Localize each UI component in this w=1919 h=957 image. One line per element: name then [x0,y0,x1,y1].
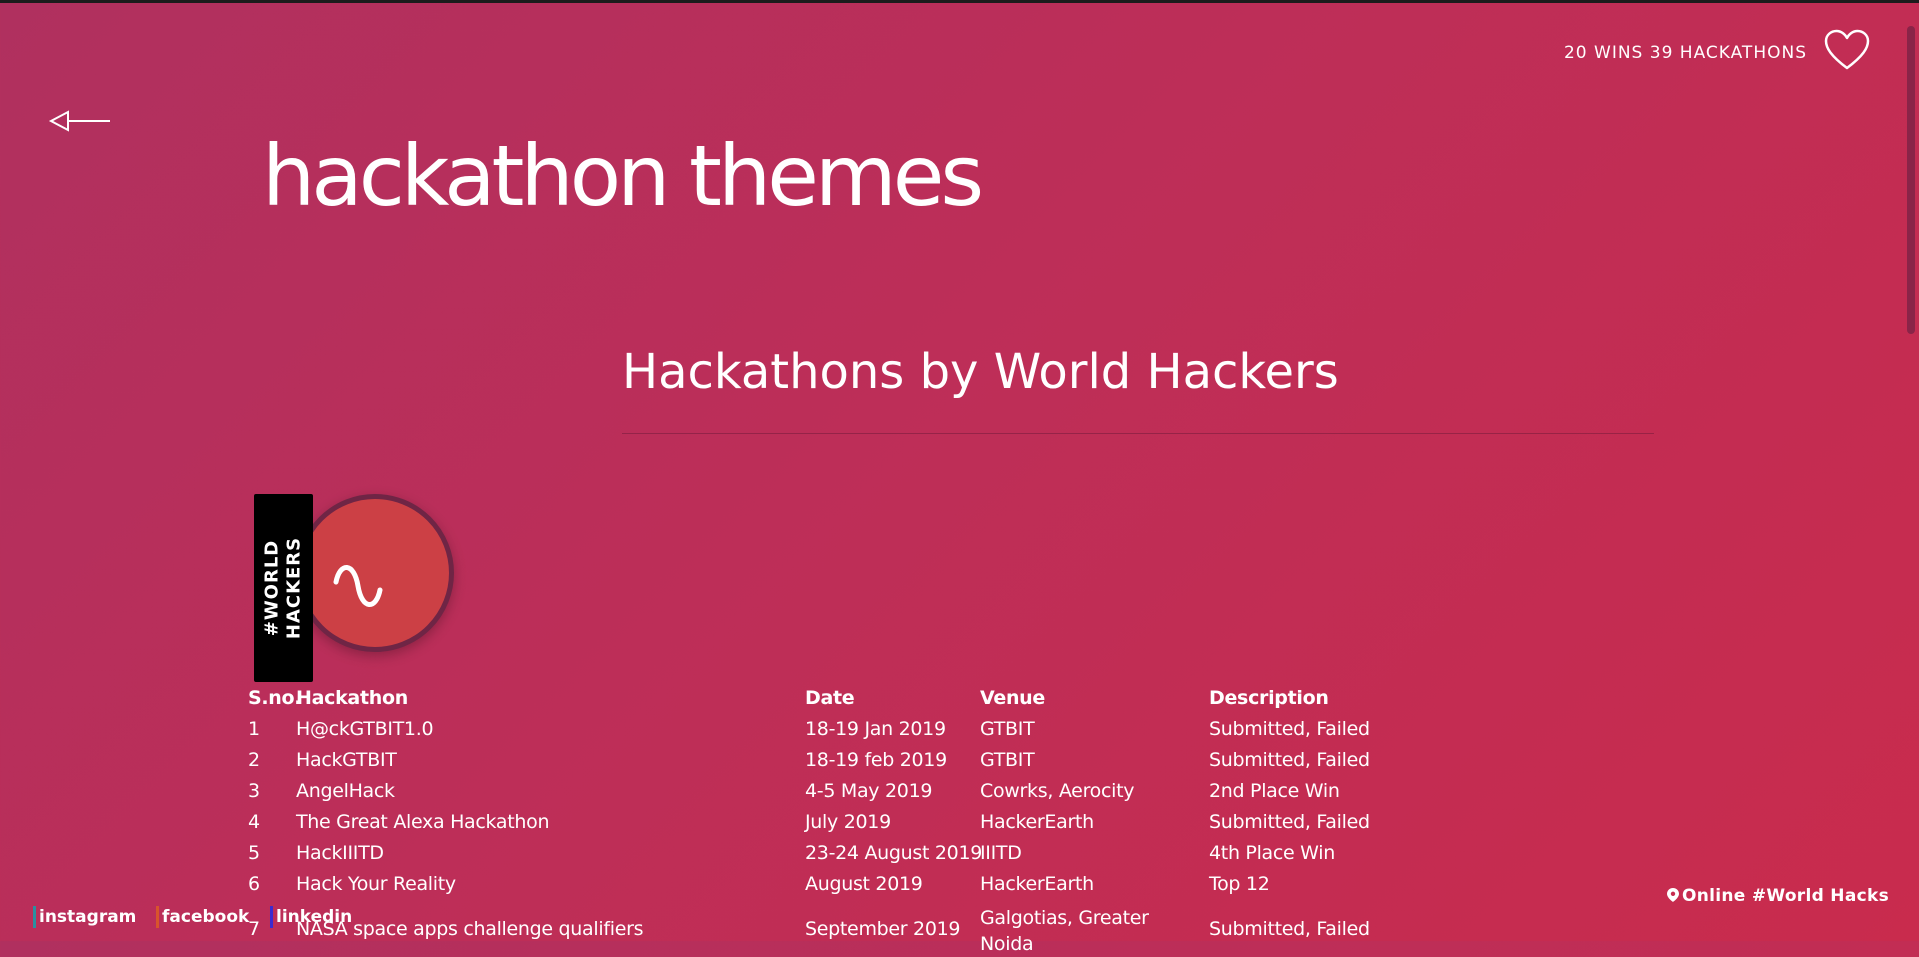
stats-counter: 20 WINS 39 HACKATHONS [1563,43,1807,63]
row-hackathon: Hack Your Reality [296,873,456,895]
row-description: Submitted, Failed [1209,718,1370,740]
linkedin-link[interactable]: linkedin [270,906,352,928]
table-row: 6 Hack Your Reality August 2019 HackerEa… [0,873,1919,903]
row-venue: IIITD [980,842,1022,864]
row-date: 4-5 May 2019 [805,780,933,802]
heart-icon[interactable] [1823,28,1871,72]
badge-label-text: #WORLD HACKERS [261,536,304,640]
row-hackathon: The Great Alexa Hackathon [296,811,550,833]
row-description: 2nd Place Win [1209,780,1340,802]
location-info: Online #World Hacks [1666,886,1889,906]
sine-wave-icon [333,565,383,607]
table-row: 2 HackGTBIT 18-19 feb 2019 GTBIT Submitt… [0,749,1919,779]
table-row: 1 H@ckGTBIT1.0 18-19 Jan 2019 GTBIT Subm… [0,718,1919,748]
row-description: Submitted, Failed [1209,918,1370,940]
header-description: Description [1209,687,1329,709]
facebook-link[interactable]: facebook [156,906,249,928]
row-sno: 2 [248,749,260,771]
row-hackathon: HackGTBIT [296,749,397,771]
row-hackathon: H@ckGTBIT1.0 [296,718,434,740]
location-pin-icon [1666,888,1679,902]
row-venue: HackerEarth [980,873,1094,895]
scrollbar-thumb[interactable] [1907,26,1915,334]
row-venue: GTBIT [980,749,1035,771]
row-description: 4th Place Win [1209,842,1335,864]
row-description: Submitted, Failed [1209,811,1370,833]
row-venue: GTBIT [980,718,1035,740]
row-date: 23-24 August 2019 [805,842,983,864]
row-date: 18-19 Jan 2019 [805,718,946,740]
row-hackathon: AngelHack [296,780,395,802]
row-sno: 4 [248,811,260,833]
instagram-link[interactable]: instagram [33,906,136,928]
top-border [0,0,1919,3]
row-date: 18-19 feb 2019 [805,749,947,771]
row-date: August 2019 [805,873,923,895]
row-sno: 7 [248,918,260,940]
header-venue: Venue [980,687,1045,709]
row-sno: 1 [248,718,260,740]
back-arrow-icon[interactable] [48,104,112,138]
page-title: hackathon themes [262,127,984,225]
row-sno: 3 [248,780,260,802]
header-date: Date [805,687,855,709]
row-sno: 5 [248,842,260,864]
header-hackathon: Hackathon [296,687,408,709]
row-venue: Cowrks, Aerocity [980,780,1135,802]
table-row: 3 AngelHack 4-5 May 2019 Cowrks, Aerocit… [0,780,1919,810]
section-divider [622,433,1654,434]
row-hackathon: HackIIITD [296,842,384,864]
row-description: Top 12 [1209,873,1270,895]
table-row: 5 HackIIITD 23-24 August 2019 IIITD 4th … [0,842,1919,872]
row-description: Submitted, Failed [1209,749,1370,771]
row-sno: 6 [248,873,260,895]
row-venue: HackerEarth [980,811,1094,833]
row-date: July 2019 [805,811,891,833]
header-sno: S.no. [248,687,302,709]
table-row: 4 The Great Alexa Hackathon July 2019 Ha… [0,811,1919,841]
section-title: Hackathons by World Hackers [622,344,1339,400]
row-date: September 2019 [805,918,961,940]
row-venue: Galgotias, Greater Noida [980,907,1149,955]
location-text: Online #World Hacks [1681,886,1889,906]
